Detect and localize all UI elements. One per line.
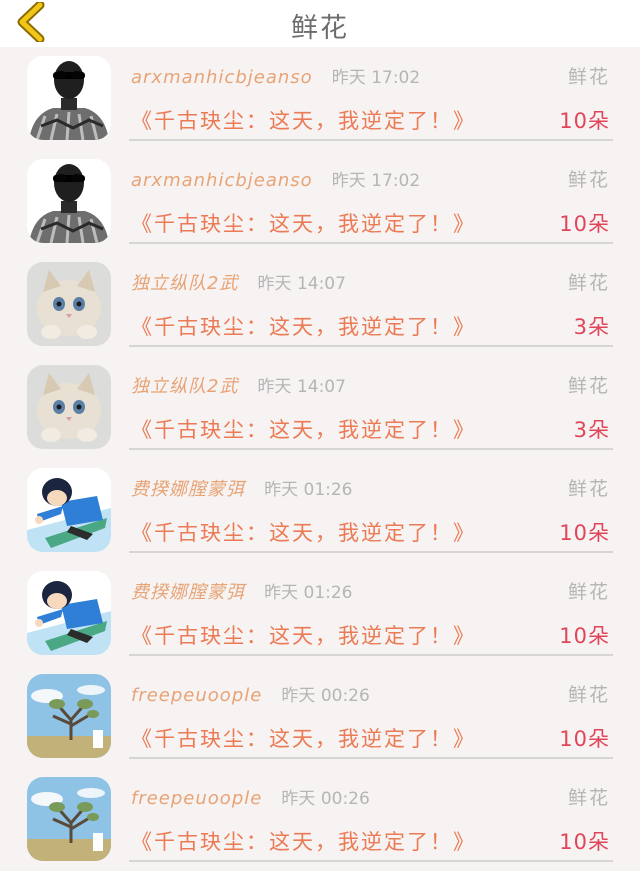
username[interactable]: freepeuoople	[131, 685, 262, 706]
divider	[129, 551, 613, 553]
gift-quantity: 10朵	[559, 727, 610, 751]
list-item[interactable]: 独立纵队2武 昨天 14:07 鲜花 《千古玦尘：这天，我逆定了！》 3朵	[0, 356, 640, 459]
gift-quantity: 10朵	[559, 521, 610, 545]
timestamp: 昨天 00:26	[281, 789, 370, 809]
timestamp: 昨天 14:07	[257, 274, 346, 294]
anime-boy-avatar	[27, 468, 111, 552]
gift-type-label: 鲜花	[567, 684, 610, 706]
item-meta: freepeuoople 昨天 00:26	[131, 681, 370, 706]
divider	[129, 345, 613, 347]
man-sunglasses-avatar	[27, 159, 111, 243]
gift-quantity: 3朵	[573, 315, 610, 339]
list-item[interactable]: 费揆娜膣蒙弭 昨天 01:26 鲜花 《千古玦尘：这天，我逆定了！》 10朵	[0, 459, 640, 562]
book-title[interactable]: 《千古玦尘：这天，我逆定了！》	[131, 826, 476, 856]
avatar[interactable]	[27, 468, 111, 552]
gift-quantity: 10朵	[559, 830, 610, 854]
list-item[interactable]: arxmanhicbjeanso 昨天 17:02 鲜花 《千古玦尘：这天，我逆…	[0, 47, 640, 150]
book-title[interactable]: 《千古玦尘：这天，我逆定了！》	[131, 414, 476, 444]
username[interactable]: arxmanhicbjeanso	[131, 170, 313, 191]
list-item[interactable]: 独立纵队2武 昨天 14:07 鲜花 《千古玦尘：这天，我逆定了！》 3朵	[0, 253, 640, 356]
cat-avatar	[27, 262, 111, 346]
timestamp: 昨天 00:26	[281, 686, 370, 706]
avatar[interactable]	[27, 674, 111, 758]
gift-quantity: 10朵	[559, 109, 610, 133]
list-item[interactable]: 费揆娜膣蒙弭 昨天 01:26 鲜花 《千古玦尘：这天，我逆定了！》 10朵	[0, 562, 640, 665]
username[interactable]: 独立纵队2武	[131, 376, 238, 397]
gift-type-label: 鲜花	[567, 66, 610, 88]
item-meta: 费揆娜膣蒙弭 昨天 01:26	[131, 578, 353, 604]
gift-list: arxmanhicbjeanso 昨天 17:02 鲜花 《千古玦尘：这天，我逆…	[0, 47, 640, 871]
avatar[interactable]	[27, 365, 111, 449]
username[interactable]: 费揆娜膣蒙弭	[131, 479, 245, 500]
divider	[129, 139, 613, 141]
username[interactable]: freepeuoople	[131, 788, 262, 809]
book-title[interactable]: 《千古玦尘：这天，我逆定了！》	[131, 311, 476, 341]
username[interactable]: arxmanhicbjeanso	[131, 67, 313, 88]
avatar[interactable]	[27, 262, 111, 346]
list-item[interactable]: freepeuoople 昨天 00:26 鲜花 《千古玦尘：这天，我逆定了！》…	[0, 665, 640, 768]
book-title[interactable]: 《千古玦尘：这天，我逆定了！》	[131, 208, 476, 238]
item-meta: 独立纵队2武 昨天 14:07	[131, 372, 346, 398]
tree-landscape-avatar	[27, 674, 111, 758]
list-item[interactable]: arxmanhicbjeanso 昨天 17:02 鲜花 《千古玦尘：这天，我逆…	[0, 150, 640, 253]
gift-type-label: 鲜花	[567, 478, 610, 500]
divider	[129, 448, 613, 450]
gift-type-label: 鲜花	[567, 272, 610, 294]
gift-type-label: 鲜花	[567, 169, 610, 191]
item-meta: arxmanhicbjeanso 昨天 17:02	[131, 63, 420, 88]
avatar[interactable]	[27, 56, 111, 140]
username[interactable]: 独立纵队2武	[131, 273, 238, 294]
gift-quantity: 3朵	[573, 418, 610, 442]
avatar[interactable]	[27, 571, 111, 655]
timestamp: 昨天 01:26	[264, 480, 353, 500]
timestamp: 昨天 17:02	[331, 171, 421, 191]
username[interactable]: 费揆娜膣蒙弭	[131, 582, 245, 603]
timestamp: 昨天 01:26	[264, 583, 353, 603]
nav-bar: 鲜花	[0, 0, 640, 47]
timestamp: 昨天 17:02	[331, 68, 421, 88]
avatar[interactable]	[27, 777, 111, 861]
item-meta: freepeuoople 昨天 00:26	[131, 784, 370, 809]
divider	[129, 242, 613, 244]
gift-type-label: 鲜花	[567, 581, 610, 603]
page-title: 鲜花	[291, 13, 349, 44]
book-title[interactable]: 《千古玦尘：这天，我逆定了！》	[131, 105, 476, 135]
divider	[129, 860, 613, 862]
divider	[129, 757, 613, 759]
man-sunglasses-avatar	[27, 56, 111, 140]
gift-type-label: 鲜花	[567, 787, 610, 809]
anime-boy-avatar	[27, 571, 111, 655]
tree-landscape-avatar	[27, 777, 111, 861]
book-title[interactable]: 《千古玦尘：这天，我逆定了！》	[131, 723, 476, 753]
item-meta: arxmanhicbjeanso 昨天 17:02	[131, 166, 420, 191]
avatar[interactable]	[27, 159, 111, 243]
timestamp: 昨天 14:07	[257, 377, 346, 397]
gift-type-label: 鲜花	[567, 375, 610, 397]
list-item[interactable]: freepeuoople 昨天 00:26 鲜花 《千古玦尘：这天，我逆定了！》…	[0, 768, 640, 871]
book-title[interactable]: 《千古玦尘：这天，我逆定了！》	[131, 517, 476, 547]
cat-avatar	[27, 365, 111, 449]
book-title[interactable]: 《千古玦尘：这天，我逆定了！》	[131, 620, 476, 650]
divider	[129, 654, 613, 656]
item-meta: 独立纵队2武 昨天 14:07	[131, 269, 346, 295]
gift-quantity: 10朵	[559, 624, 610, 648]
item-meta: 费揆娜膣蒙弭 昨天 01:26	[131, 475, 353, 501]
gift-quantity: 10朵	[559, 212, 610, 236]
